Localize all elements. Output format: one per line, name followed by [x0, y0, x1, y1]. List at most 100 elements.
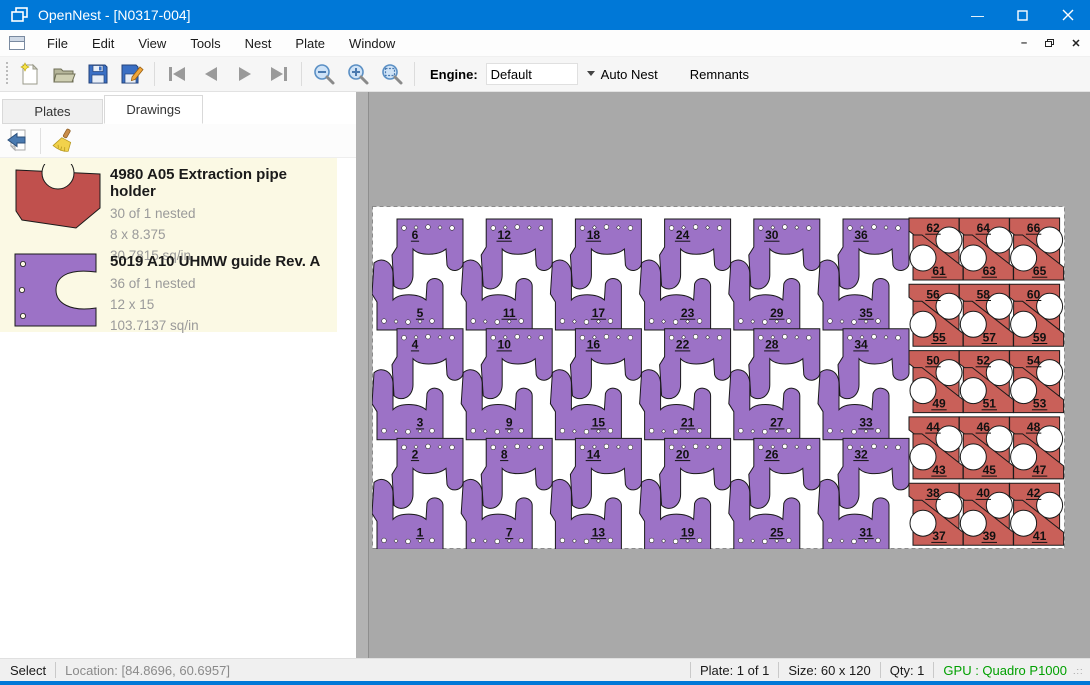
- drawing-item[interactable]: 5019 A10 UHMW guide Rev. A 36 of 1 neste…: [0, 245, 337, 332]
- red-part-pair[interactable]: 4443: [909, 417, 963, 479]
- svg-text:38: 38: [926, 486, 940, 500]
- svg-text:40: 40: [977, 486, 991, 500]
- drawing-nested-count: 36 of 1 nested: [110, 273, 320, 294]
- red-part-pair[interactable]: 6261: [909, 218, 963, 280]
- svg-text:48: 48: [1027, 420, 1041, 434]
- zoom-out-icon[interactable]: [307, 59, 341, 89]
- engine-value: Default: [491, 67, 532, 82]
- svg-text:52: 52: [977, 354, 991, 368]
- drawing-size: 12 x 15: [110, 294, 320, 315]
- resize-grip[interactable]: .::: [1073, 666, 1087, 680]
- minimize-button[interactable]: —: [955, 0, 1000, 30]
- drawing-item[interactable]: 4980 A05 Extraction pipe holder 30 of 1 …: [0, 158, 337, 245]
- go-previous-icon[interactable]: [194, 59, 228, 89]
- svg-text:15: 15: [592, 416, 606, 430]
- svg-text:34: 34: [854, 338, 868, 352]
- menu-item-window[interactable]: Window: [337, 32, 407, 55]
- red-part-pair[interactable]: 4039: [959, 483, 1013, 545]
- engine-combobox[interactable]: Default: [486, 63, 578, 85]
- go-first-icon[interactable]: [160, 59, 194, 89]
- mdi-minimize-button[interactable]: –: [1012, 33, 1036, 53]
- svg-text:14: 14: [587, 447, 601, 461]
- svg-text:53: 53: [1033, 397, 1047, 411]
- red-part-pair[interactable]: 4241: [1010, 483, 1064, 545]
- svg-text:12: 12: [498, 228, 512, 242]
- svg-text:33: 33: [859, 416, 873, 430]
- svg-text:27: 27: [770, 416, 784, 430]
- open-folder-icon[interactable]: [47, 59, 81, 89]
- plate[interactable]: 6512111817242330293635431091615222128273…: [372, 206, 1065, 549]
- go-last-icon[interactable]: [262, 59, 296, 89]
- svg-text:49: 49: [932, 397, 946, 411]
- svg-text:13: 13: [592, 525, 606, 539]
- red-part-pair[interactable]: 5251: [959, 351, 1013, 413]
- menu-item-nest[interactable]: Nest: [233, 32, 284, 55]
- menu-item-edit[interactable]: Edit: [80, 32, 126, 55]
- status-gpu: GPU : Quadro P1000: [943, 663, 1067, 678]
- red-part-pair[interactable]: 56 55: [909, 284, 963, 346]
- svg-text:7: 7: [506, 525, 513, 539]
- window-title: OpenNest - [N0317-004]: [38, 7, 955, 23]
- save-icon[interactable]: [81, 59, 115, 89]
- toolbar-grip[interactable]: [4, 62, 9, 86]
- zoom-fit-icon[interactable]: [375, 59, 409, 89]
- status-plate: Plate: 1 of 1: [700, 663, 769, 678]
- svg-text:35: 35: [859, 306, 873, 320]
- drawing-title: 4980 A05 Extraction pipe holder: [110, 166, 337, 200]
- status-location: Location: [84.8696, 60.6957]: [65, 663, 230, 678]
- red-part-pair[interactable]: 6059: [1010, 284, 1064, 346]
- svg-text:57: 57: [983, 330, 997, 344]
- red-part-pair[interactable]: 6463: [959, 218, 1013, 280]
- svg-text:61: 61: [932, 264, 946, 278]
- svg-text:2: 2: [412, 447, 419, 461]
- nest-canvas[interactable]: 6512111817242330293635431091615222128273…: [356, 92, 1090, 658]
- svg-text:56: 56: [926, 287, 940, 301]
- sidebar: Plates Drawings: [0, 92, 356, 658]
- red-part-pair[interactable]: 6665: [1010, 218, 1064, 280]
- menu-item-tools[interactable]: Tools: [178, 32, 232, 55]
- red-part-pair[interactable]: 5453: [1010, 351, 1064, 413]
- engine-label: Engine:: [430, 67, 478, 82]
- red-part-pair[interactable]: 58 57: [959, 284, 1013, 346]
- svg-text:55: 55: [932, 330, 946, 344]
- svg-text:21: 21: [681, 416, 695, 430]
- save-as-icon[interactable]: [115, 59, 149, 89]
- svg-text:36: 36: [854, 228, 868, 242]
- svg-text:16: 16: [587, 338, 601, 352]
- mdi-restore-button[interactable]: [1038, 33, 1062, 53]
- maximize-button[interactable]: [1000, 0, 1045, 30]
- svg-text:29: 29: [770, 306, 784, 320]
- new-document-icon[interactable]: [13, 59, 47, 89]
- svg-text:6: 6: [412, 228, 419, 242]
- drawings-toolbar: [0, 124, 356, 158]
- svg-text:3: 3: [417, 416, 424, 430]
- zoom-in-icon[interactable]: [341, 59, 375, 89]
- close-button[interactable]: [1045, 0, 1090, 30]
- red-part-pair[interactable]: 3837: [909, 483, 963, 545]
- auto-nest-button[interactable]: Auto Nest: [592, 61, 667, 88]
- svg-text:58: 58: [977, 287, 991, 301]
- clear-broom-icon[interactable]: [47, 126, 81, 156]
- tab-drawings[interactable]: Drawings: [104, 95, 203, 124]
- import-drawing-icon[interactable]: [0, 126, 34, 156]
- mdi-close-button[interactable]: ✕: [1064, 33, 1088, 53]
- svg-text:25: 25: [770, 525, 784, 539]
- red-part-pair[interactable]: 5049: [909, 351, 963, 413]
- mdi-document-icon[interactable]: [9, 36, 25, 50]
- svg-text:26: 26: [765, 447, 779, 461]
- menu-item-file[interactable]: File: [35, 32, 80, 55]
- menu-item-plate[interactable]: Plate: [283, 32, 337, 55]
- remnants-button[interactable]: Remnants: [681, 61, 758, 88]
- plate-svg[interactable]: 6512111817242330293635431091615222128273…: [372, 206, 1065, 549]
- menu-item-view[interactable]: View: [126, 32, 178, 55]
- svg-text:44: 44: [926, 420, 940, 434]
- go-next-icon[interactable]: [228, 59, 262, 89]
- svg-text:63: 63: [983, 264, 997, 278]
- tab-plates[interactable]: Plates: [2, 99, 103, 124]
- svg-text:5: 5: [417, 306, 424, 320]
- svg-text:65: 65: [1033, 264, 1047, 278]
- red-part-pair[interactable]: 4645: [959, 417, 1013, 479]
- svg-text:17: 17: [592, 306, 606, 320]
- svg-text:1: 1: [417, 525, 424, 539]
- red-part-pair[interactable]: 4847: [1010, 417, 1064, 479]
